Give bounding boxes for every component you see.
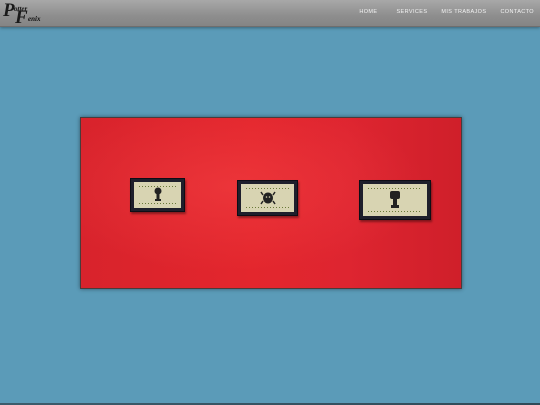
frame-mat: [241, 184, 294, 212]
logo-initial-f: F: [15, 7, 28, 28]
nav-home[interactable]: HOME: [359, 9, 377, 15]
dotted-border: [368, 188, 422, 189]
frame-mat: [363, 184, 427, 216]
logo-initial-p: P: [3, 0, 15, 21]
header-bar: P otter F enix HOME SERVICES MIS TRABAJO…: [0, 0, 540, 27]
dotted-border: [246, 207, 289, 208]
creature-icon: [259, 191, 276, 205]
logo-word-2: enix: [28, 15, 41, 23]
figure-icon: [390, 191, 400, 208]
nav-services[interactable]: SERVICES: [396, 9, 427, 15]
picture-frame-2: [237, 180, 298, 216]
frame-mat: [134, 182, 181, 208]
site-logo[interactable]: P otter F enix: [2, 0, 50, 28]
hero-photo: [80, 117, 462, 289]
dotted-border: [246, 188, 289, 189]
dotted-border: [368, 211, 422, 212]
nav-mis-trabajos[interactable]: MIS TRABAJOS: [441, 9, 486, 15]
dotted-border: [139, 203, 176, 204]
picture-frame-3: [359, 180, 431, 220]
picture-frame-1: [130, 178, 185, 212]
nav-contacto[interactable]: CONTACTO: [500, 9, 534, 15]
main-nav: HOME SERVICES MIS TRABAJOS CONTACTO: [359, 9, 534, 15]
figure-icon: [154, 187, 161, 201]
